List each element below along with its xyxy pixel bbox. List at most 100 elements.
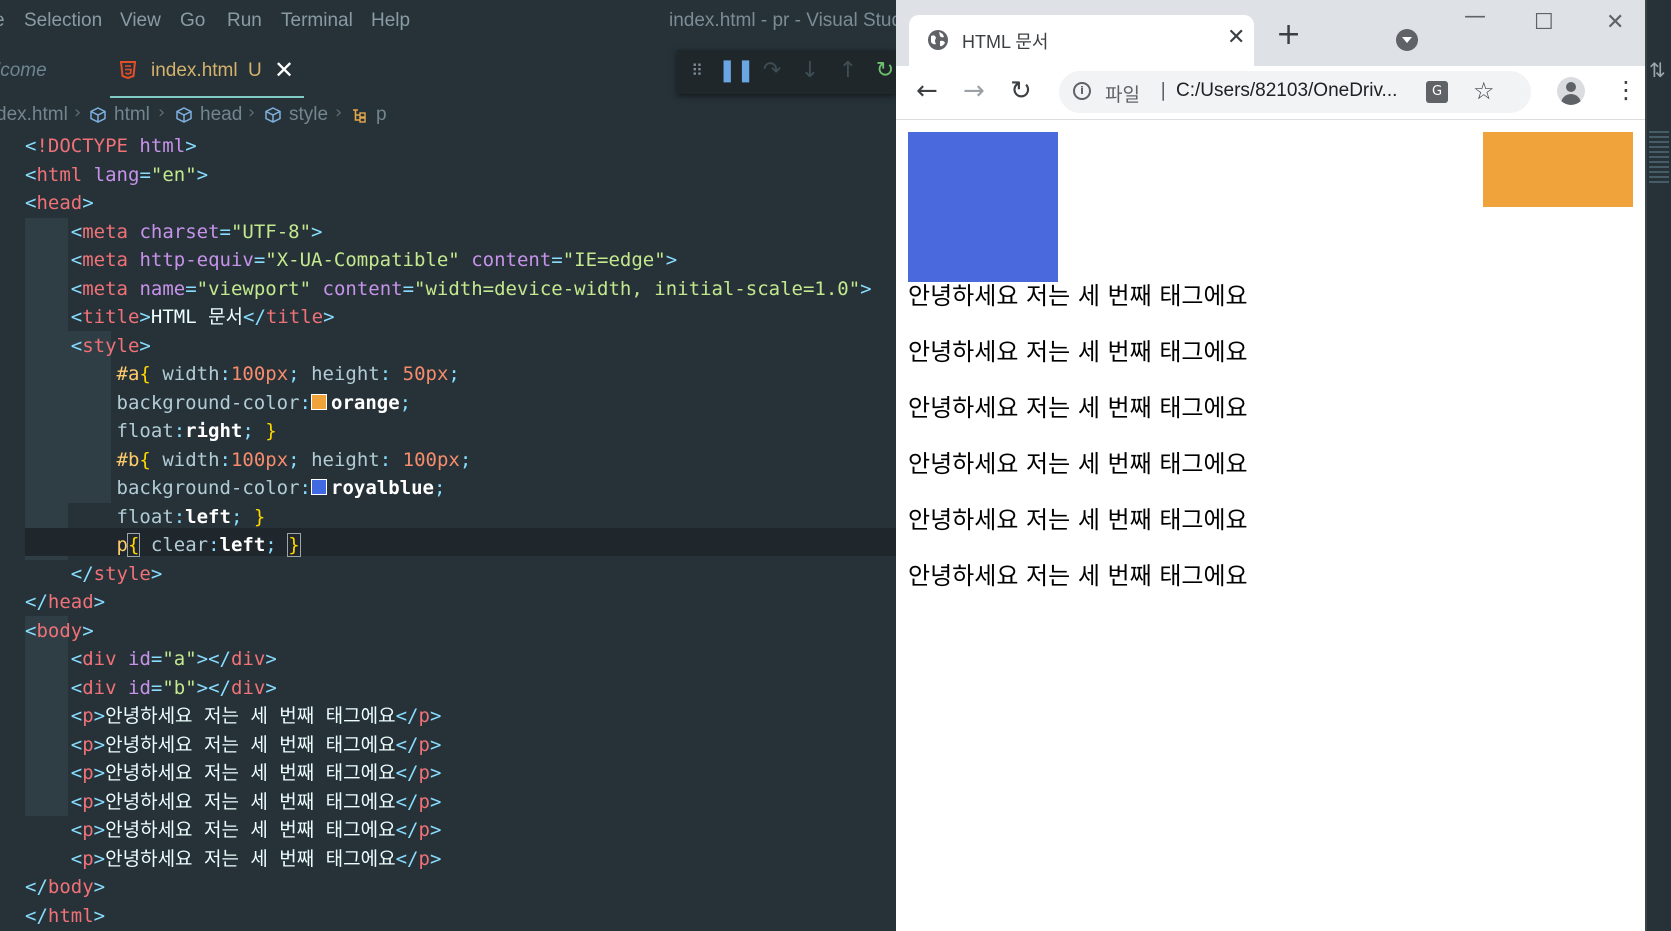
- code-line-10: background-color: orange;: [116, 391, 412, 414]
- browser-title-bar: HTML 문서 ✕ + — ☐ ✕: [896, 0, 1645, 66]
- drag-handle-icon[interactable]: ⠿: [681, 56, 711, 86]
- pause-icon[interactable]: ❚❚: [718, 56, 755, 86]
- split-editor-icon[interactable]: ⇅: [1649, 58, 1666, 82]
- browser-window: HTML 문서 ✕ + — ☐ ✕ ← → ↻ i 파일 | C:/Users/…: [896, 0, 1645, 931]
- element-cube-icon: [176, 107, 192, 123]
- box-b-royalblue: [908, 132, 1058, 282]
- breadcrumb-p[interactable]: p: [376, 104, 387, 126]
- menu-help[interactable]: Help: [371, 10, 410, 32]
- breadcrumb: dex.html › html › head › style › p: [0, 98, 896, 132]
- code-line-11: float:right; }: [116, 420, 277, 442]
- tab-index-label: index.html: [151, 60, 238, 81]
- breadcrumb-html[interactable]: html: [114, 104, 150, 126]
- browser-tab[interactable]: HTML 문서 ✕: [909, 15, 1254, 66]
- window-title: index.html - pr - Visual Studi: [669, 10, 896, 31]
- code-line-12: #b{ width:100px; height: 100px;: [116, 448, 472, 471]
- menu-bar: e Selection View Go Run Terminal Help in…: [0, 0, 896, 44]
- paragraph: 안녕하세요 저는 세 번째 태그에요: [908, 338, 1248, 366]
- step-into-icon[interactable]: ↓: [795, 56, 825, 86]
- code-line-21: <p>안녕하세요 저는 세 번째 태그에요</p>: [70, 705, 442, 727]
- code-line-5: <meta http-equiv="X-UA-Compatible" conte…: [70, 249, 678, 271]
- plus-icon[interactable]: +: [1276, 20, 1301, 50]
- code-line-22: <p>안녕하세요 저는 세 번째 태그에요</p>: [70, 733, 442, 756]
- page-viewport: 안녕하세요 저는 세 번째 태그에요 안녕하세요 저는 세 번째 태그에요 안녕…: [896, 120, 1645, 931]
- step-out-icon[interactable]: ↑: [833, 56, 863, 86]
- menu-run[interactable]: Run: [227, 10, 262, 32]
- code-line-28: </html>: [25, 904, 106, 927]
- back-arrow-icon[interactable]: ←: [916, 78, 938, 104]
- code-line-25: <p>안녕하세요 저는 세 번째 태그에요</p>: [70, 819, 442, 841]
- element-cube-icon: [90, 107, 106, 123]
- window-close-icon[interactable]: ✕: [1606, 10, 1624, 35]
- code-line-14: float:left; }: [116, 505, 266, 528]
- code-line-18: <body>: [25, 619, 94, 642]
- globe-icon: [928, 30, 948, 50]
- tab-search-icon[interactable]: [1396, 29, 1418, 51]
- close-icon[interactable]: ✕: [1227, 25, 1245, 50]
- reload-icon[interactable]: ↻: [1010, 78, 1032, 104]
- html5-file-icon: [120, 61, 136, 79]
- code-line-1: <!DOCTYPE html>: [25, 135, 197, 157]
- color-swatch-royalblue[interactable]: [311, 479, 327, 495]
- step-over-icon[interactable]: ↷: [757, 56, 787, 86]
- restart-icon[interactable]: ↻: [870, 56, 896, 86]
- css-selector-icon: [353, 109, 366, 123]
- code-line-8: <style>: [70, 334, 151, 357]
- box-a-orange: [1483, 132, 1633, 207]
- menu-item-edit-partial[interactable]: e: [0, 10, 5, 32]
- untracked-status-badge: U: [248, 60, 262, 81]
- minimize-icon[interactable]: —: [1464, 4, 1486, 29]
- close-icon[interactable]: ✕: [274, 56, 294, 84]
- code-line-16: </style>: [70, 562, 163, 585]
- chevron-right-icon: ›: [158, 102, 166, 123]
- code-line-7: <title>HTML 문서</title>: [70, 306, 335, 328]
- tab-welcome[interactable]: lcome: [0, 44, 108, 98]
- chevron-right-icon: ›: [74, 102, 82, 123]
- browser-toolbar: ← → ↻ i 파일 | C:/Users/82103/OneDriv... G…: [896, 66, 1645, 120]
- code-line-4: <meta charset="UTF-8">: [70, 220, 323, 243]
- forward-arrow-icon[interactable]: →: [963, 78, 985, 104]
- browser-tab-title: HTML 문서: [962, 32, 1049, 52]
- address-url[interactable]: C:/Users/82103/OneDriv...: [1176, 80, 1397, 102]
- minimap[interactable]: [1649, 131, 1669, 183]
- code-line-23: <p>안녕하세요 저는 세 번째 태그에요</p>: [70, 762, 442, 784]
- code-line-26: <p>안녕하세요 저는 세 번째 태그에요</p>: [70, 847, 442, 870]
- breadcrumb-head[interactable]: head: [200, 104, 242, 126]
- info-icon[interactable]: i: [1073, 82, 1091, 100]
- vscode-window: e Selection View Go Run Terminal Help in…: [0, 0, 896, 931]
- vscode-edge-strip: ⇅: [1647, 0, 1671, 931]
- code-line-15: p{ clear:left; }: [116, 533, 301, 557]
- paragraph: 안녕하세요 저는 세 번째 태그에요: [908, 562, 1248, 590]
- code-line-19: <div id="a"></div>: [70, 648, 277, 670]
- address-bar[interactable]: i 파일 | C:/Users/82103/OneDriv... G ☆: [1059, 71, 1531, 113]
- star-icon[interactable]: ☆: [1473, 77, 1495, 105]
- maximize-icon[interactable]: ☐: [1534, 10, 1554, 35]
- code-line-9: #a{ width:100px; height: 50px;: [116, 363, 460, 385]
- chevron-right-icon: ›: [335, 102, 343, 123]
- debug-toolbar: ⠿ ❚❚ ↷ ↓ ↑ ↻: [677, 50, 896, 94]
- profile-avatar-icon[interactable]: [1557, 77, 1585, 105]
- address-separator: |: [1160, 79, 1167, 101]
- breadcrumb-style[interactable]: style: [289, 104, 328, 126]
- code-line-13: background-color: royalblue;: [116, 477, 446, 499]
- code-line-24: <p>안녕하세요 저는 세 번째 태그에요</p>: [70, 790, 442, 813]
- paragraph: 안녕하세요 저는 세 번째 태그에요: [908, 282, 1248, 310]
- menu-selection[interactable]: Selection: [24, 10, 102, 32]
- paragraph: 안녕하세요 저는 세 번째 태그에요: [908, 450, 1248, 478]
- code-editor[interactable]: <!DOCTYPE html> <html lang="en"> <head> …: [0, 132, 896, 931]
- menu-view[interactable]: View: [120, 10, 161, 32]
- more-vert-icon[interactable]: ⋮: [1614, 76, 1638, 104]
- code-line-3: <head>: [25, 192, 94, 214]
- menu-go[interactable]: Go: [180, 10, 205, 32]
- color-swatch-orange[interactable]: [311, 393, 327, 410]
- paragraph: 안녕하세요 저는 세 번째 태그에요: [908, 394, 1248, 422]
- tab-index-html[interactable]: index.html U ✕: [110, 44, 304, 98]
- breadcrumb-file[interactable]: dex.html: [0, 104, 68, 126]
- code-line-27: </body>: [25, 876, 106, 898]
- translate-icon[interactable]: G: [1426, 81, 1448, 103]
- menu-terminal[interactable]: Terminal: [281, 10, 353, 32]
- code-line-6: <meta name="viewport" content="width=dev…: [70, 277, 872, 300]
- code-content[interactable]: <!DOCTYPE html> <html lang="en"> <head> …: [25, 132, 872, 930]
- code-line-17: </head>: [25, 591, 106, 613]
- paragraph: 안녕하세요 저는 세 번째 태그에요: [908, 506, 1248, 534]
